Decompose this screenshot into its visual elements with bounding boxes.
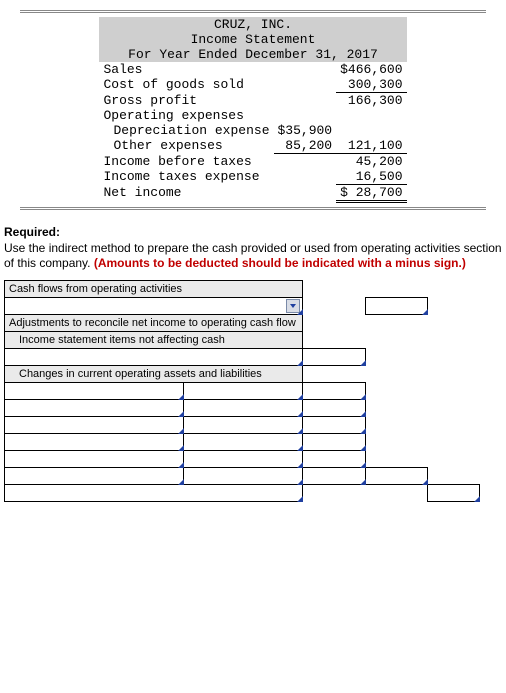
change-item-dropdown-3[interactable] (5, 416, 184, 433)
change-amount-input-6[interactable] (303, 467, 366, 484)
change-item-dropdown-2b[interactable] (184, 399, 303, 416)
tax-value: 16,500 (336, 169, 406, 185)
statement-title: Income Statement (99, 32, 406, 47)
opex-total: 121,100 (336, 138, 406, 154)
cash-flow-table: Cash flows from operating activities Adj… (4, 280, 480, 502)
depreciation-value: $35,900 (274, 123, 337, 138)
opex-label: Operating expenses (99, 108, 406, 123)
summary-line-dropdown[interactable] (5, 484, 303, 501)
changes-header: Changes in current operating assets and … (5, 365, 303, 382)
other-exp-label: Other expenses (99, 138, 273, 154)
change-item-dropdown-2[interactable] (5, 399, 184, 416)
ops-amount-input[interactable] (365, 297, 427, 314)
change-amount-input-5[interactable] (303, 450, 366, 467)
change-item-dropdown-5[interactable] (5, 450, 184, 467)
change-amount-input-3[interactable] (303, 416, 366, 433)
is-items-header: Income statement items not affecting cas… (5, 331, 303, 348)
company-name: CRUZ, INC. (99, 17, 406, 32)
sales-value: $466,600 (336, 62, 406, 77)
required-section: Required: Use the indirect method to pre… (4, 225, 502, 272)
gross-profit-value: 166,300 (336, 93, 406, 109)
required-heading: Required: (4, 225, 60, 239)
change-amount-input-1[interactable] (303, 382, 366, 399)
change-amount-input-2[interactable] (303, 399, 366, 416)
cogs-label: Cost of goods sold (99, 77, 273, 93)
change-item-dropdown-3b[interactable] (184, 416, 303, 433)
is-item-amount-input[interactable] (303, 348, 366, 365)
ops-header: Cash flows from operating activities (5, 280, 303, 297)
income-statement: CRUZ, INC. Income Statement For Year End… (20, 10, 486, 210)
sales-label: Sales (99, 62, 273, 77)
net-income-value: $ 28,700 (336, 185, 406, 202)
statement-period: For Year Ended December 31, 2017 (99, 47, 406, 62)
ibt-value: 45,200 (336, 154, 406, 170)
required-note: (Amounts to be deducted should be indica… (94, 256, 466, 270)
gross-profit-label: Gross profit (99, 93, 273, 109)
cogs-value: 300,300 (336, 77, 406, 93)
other-exp-value: 85,200 (274, 138, 337, 154)
final-total-input[interactable] (427, 484, 479, 501)
net-income-label: Net income (99, 185, 273, 202)
change-item-dropdown-4b[interactable] (184, 433, 303, 450)
income-statement-table: CRUZ, INC. Income Statement For Year End… (99, 17, 406, 203)
change-item-dropdown-5b[interactable] (184, 450, 303, 467)
ops-line-dropdown[interactable] (5, 297, 303, 314)
adjustments-header: Adjustments to reconcile net income to o… (5, 314, 303, 331)
change-item-dropdown-1[interactable] (5, 382, 184, 399)
change-item-dropdown-4[interactable] (5, 433, 184, 450)
change-item-dropdown-6b[interactable] (184, 467, 303, 484)
subtotal-input-6[interactable] (365, 467, 427, 484)
is-item-dropdown[interactable] (5, 348, 303, 365)
change-item-dropdown-1b[interactable] (184, 382, 303, 399)
tax-label: Income taxes expense (99, 169, 273, 185)
depreciation-label: Depreciation expense (99, 123, 273, 138)
ibt-label: Income before taxes (99, 154, 273, 170)
change-item-dropdown-6[interactable] (5, 467, 184, 484)
change-amount-input-4[interactable] (303, 433, 366, 450)
